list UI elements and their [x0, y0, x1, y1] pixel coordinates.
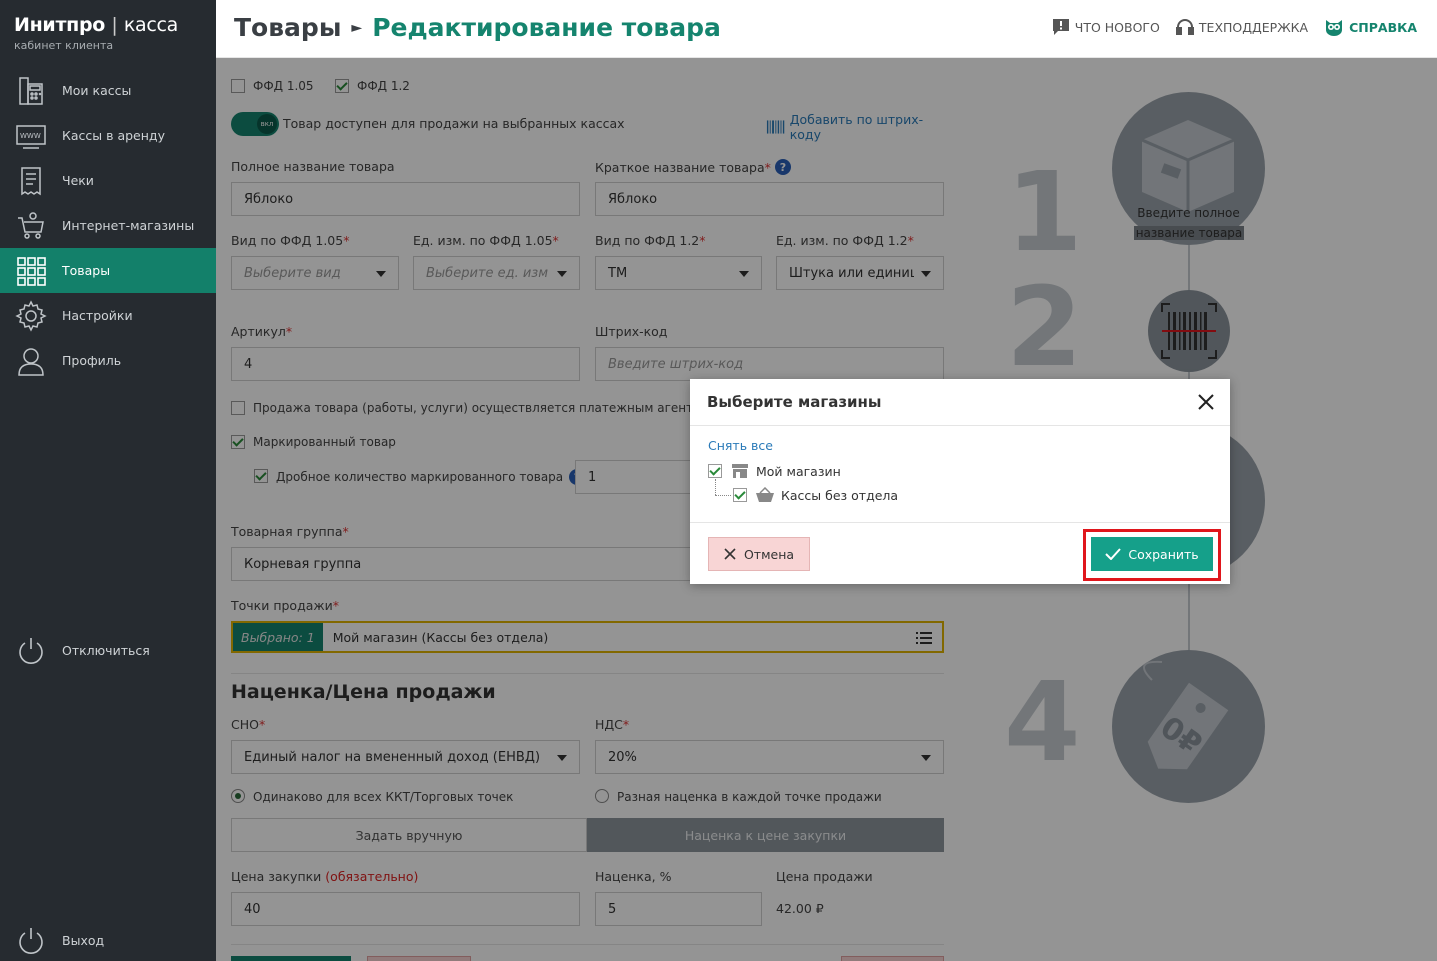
- close-icon: [724, 548, 736, 560]
- sidebar-logout-wrap: Выход: [0, 918, 216, 961]
- sidebar-item-my-registers[interactable]: Мои кассы: [0, 68, 216, 113]
- sidebar-item-logout[interactable]: Выход: [0, 918, 216, 961]
- chat-icon: [1052, 19, 1069, 35]
- cash-register-icon: [14, 74, 48, 108]
- header: Товары ► Редактирование товара ЧТО НОВОГ…: [216, 0, 1437, 58]
- close-icon[interactable]: [1194, 390, 1218, 414]
- support-label: ТЕХПОДДЕРЖКА: [1198, 19, 1309, 35]
- user-icon: [14, 344, 48, 378]
- help-label: СПРАВКА: [1349, 19, 1417, 35]
- sidebar-item-rent-registers[interactable]: WWW Кассы в аренду: [0, 113, 216, 158]
- sidebar-disconnect-wrap: Отключиться: [0, 628, 216, 673]
- owl-icon: [1326, 20, 1343, 36]
- sidebar-item-settings[interactable]: Настройки: [0, 293, 216, 338]
- power-icon: [14, 634, 48, 668]
- brand-name: Инитпро: [14, 14, 106, 36]
- tree-connector: [715, 495, 731, 496]
- www-icon: WWW: [14, 119, 48, 153]
- sidebar-item-label: Чеки: [62, 173, 94, 188]
- gear-icon: [14, 299, 48, 333]
- store-icon: [732, 464, 748, 478]
- support-link[interactable]: ТЕХПОДДЕРЖКА: [1175, 18, 1309, 36]
- department-label: Кассы без отдела: [781, 488, 899, 503]
- sidebar-nav: Мои кассы WWW Кассы в аренду Чеки Интерн…: [0, 68, 216, 383]
- sidebar: Инитпро | касса кабинет клиента Мои касс…: [0, 0, 216, 961]
- sidebar-item-label: Интернет-магазины: [62, 218, 195, 233]
- sidebar-item-label: Мои кассы: [62, 83, 132, 98]
- check-icon: [1105, 548, 1122, 560]
- header-links: ЧТО НОВОГО ТЕХПОДДЕРЖКА СПРАВКА: [1052, 18, 1417, 36]
- brand-logo[interactable]: Инитпро | касса кабинет клиента: [14, 14, 178, 52]
- brand-subtitle: кабинет клиента: [14, 39, 114, 52]
- sidebar-item-receipts[interactable]: Чеки: [0, 158, 216, 203]
- page-title: Редактирование товара: [372, 13, 721, 42]
- sidebar-item-profile[interactable]: Профиль: [0, 338, 216, 383]
- cancel-label: Отмена: [743, 546, 795, 562]
- sidebar-item-online-stores[interactable]: Интернет-магазины: [0, 203, 216, 248]
- save-label: Сохранить: [1128, 546, 1199, 562]
- brand-separator: |: [111, 14, 118, 36]
- breadcrumb: Товары ► Редактирование товара: [234, 13, 721, 42]
- modal-header: Выберите магазины: [690, 379, 1230, 426]
- breadcrumb-arrow-icon: ►: [351, 19, 363, 36]
- cart-icon: [14, 209, 48, 243]
- headset-icon: [1175, 19, 1194, 35]
- sidebar-item-disconnect[interactable]: Отключиться: [0, 628, 216, 673]
- deselect-all-link[interactable]: Снять все: [708, 438, 773, 453]
- help-link[interactable]: СПРАВКА: [1324, 18, 1417, 36]
- svg-text:WWW: WWW: [20, 132, 41, 140]
- store-label: Мой магазин: [756, 464, 841, 479]
- brand-product: касса: [123, 14, 178, 36]
- whats-new-label: ЧТО НОВОГО: [1074, 19, 1160, 35]
- power-icon: [14, 924, 48, 958]
- department-checkbox[interactable]: [733, 488, 747, 502]
- sidebar-item-label: Отключиться: [62, 643, 150, 658]
- receipt-icon: [14, 164, 48, 198]
- sidebar-item-label: Кассы в аренду: [62, 128, 165, 143]
- sidebar-item-products[interactable]: Товары: [0, 248, 216, 293]
- modal-body: Снять все Мой магазин Кассы без отдела: [690, 426, 1230, 523]
- grid-icon: [14, 254, 48, 288]
- breadcrumb-root[interactable]: Товары: [234, 13, 341, 42]
- select-stores-modal: Выберите магазины Снять все Мой магазин …: [690, 379, 1230, 584]
- sidebar-item-label: Выход: [62, 933, 105, 948]
- whats-new-link[interactable]: ЧТО НОВОГО: [1052, 18, 1160, 36]
- sidebar-item-label: Товары: [62, 263, 111, 278]
- sidebar-item-label: Профиль: [62, 353, 122, 368]
- modal-title: Выберите магазины: [707, 393, 882, 411]
- save-button[interactable]: Сохранить: [1091, 537, 1213, 571]
- store-checkbox[interactable]: [708, 464, 722, 478]
- tree-connector: [715, 479, 716, 495]
- basket-icon: [756, 487, 774, 502]
- sidebar-item-label: Настройки: [62, 308, 133, 323]
- cancel-button[interactable]: Отмена: [708, 537, 810, 571]
